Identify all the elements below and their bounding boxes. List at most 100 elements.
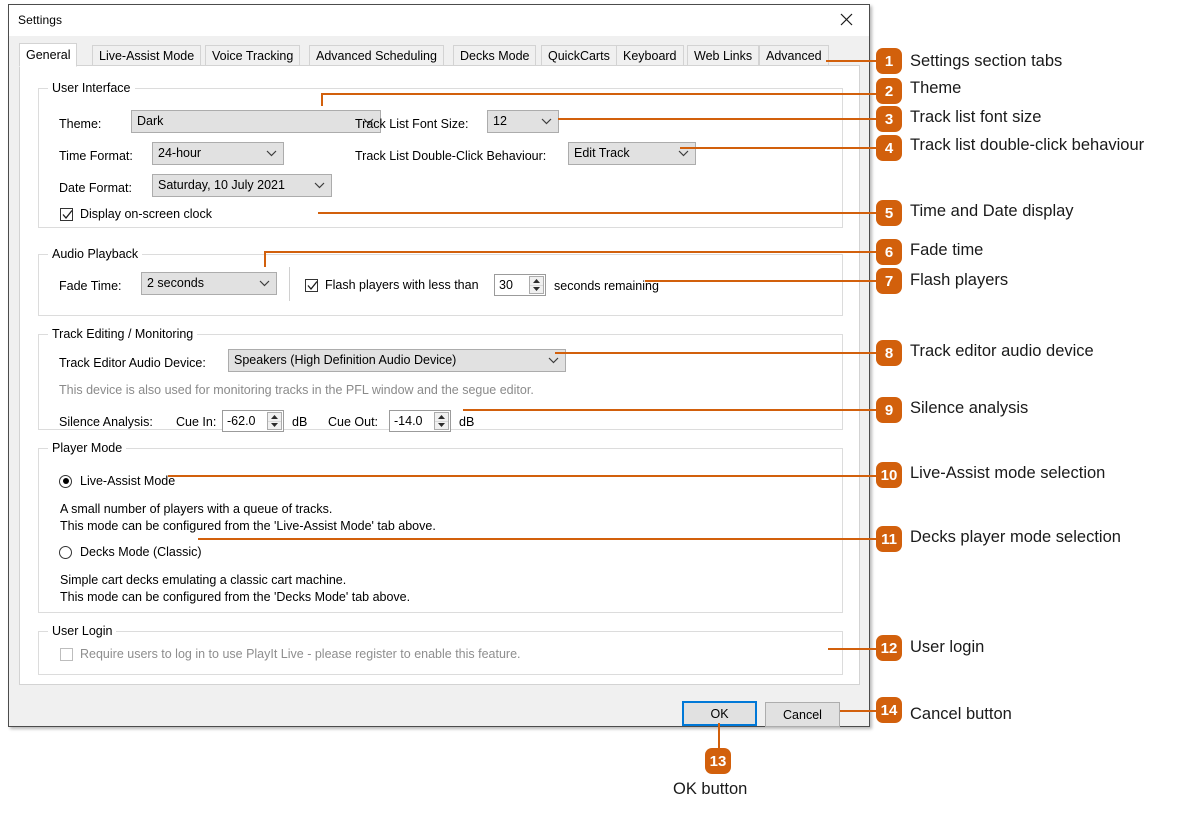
chevron-down-icon — [266, 143, 277, 164]
cue-out-stepper[interactable]: -14.0 — [389, 410, 451, 432]
group-user-interface: User Interface Theme: Dark Time Format: … — [38, 88, 843, 228]
tab-decks-mode[interactable]: Decks Mode — [453, 45, 536, 66]
date-format-value: Saturday, 10 July 2021 — [158, 175, 285, 196]
chevron-down-icon — [548, 350, 559, 371]
theme-select[interactable]: Dark — [131, 110, 381, 133]
theme-value: Dark — [137, 111, 163, 132]
stepper-up-icon[interactable] — [268, 413, 281, 422]
tab-keyboard[interactable]: Keyboard — [616, 45, 684, 66]
chevron-down-icon — [314, 175, 325, 196]
radio-live-assist-mode[interactable]: Live-Assist Mode — [59, 474, 175, 488]
display-onscreen-clock-checkbox[interactable]: Display on-screen clock — [60, 207, 212, 221]
stepper-down-icon[interactable] — [268, 422, 281, 430]
checkbox-box — [60, 208, 73, 221]
live-assist-desc-line2: This mode can be configured from the 'Li… — [60, 519, 436, 533]
tab-quickcarts[interactable]: QuickCarts — [541, 45, 617, 66]
callout-label-14: Cancel button — [910, 705, 1012, 724]
cue-out-value: -14.0 — [394, 411, 423, 431]
cue-in-value: -62.0 — [227, 411, 256, 431]
callout-badge-6: 6 — [876, 239, 902, 265]
callout-badge-1: 1 — [876, 48, 902, 74]
group-track-editing-label: Track Editing / Monitoring — [48, 327, 197, 341]
group-audio-playback-label: Audio Playback — [48, 247, 142, 261]
stepper-buttons[interactable] — [267, 412, 282, 430]
track-editor-device-hint: This device is also used for monitoring … — [59, 383, 534, 397]
callout-badge-8: 8 — [876, 340, 902, 366]
track-list-dblclick-select[interactable]: Edit Track — [568, 142, 696, 165]
group-player-mode-label: Player Mode — [48, 441, 126, 455]
track-editor-device-value: Speakers (High Definition Audio Device) — [234, 350, 456, 371]
callout-label-13: OK button — [673, 780, 747, 799]
callout-label-6: Fade time — [910, 241, 983, 260]
close-icon[interactable] — [823, 5, 869, 34]
flash-seconds-value: 30 — [499, 275, 513, 295]
track-list-dblclick-value: Edit Track — [574, 143, 630, 164]
stepper-buttons[interactable] — [529, 276, 544, 294]
require-login-checkbox[interactable]: Require users to log in to use PlayIt Li… — [60, 647, 521, 661]
stepper-up-icon[interactable] — [435, 413, 448, 422]
chevron-down-icon — [678, 143, 689, 164]
decks-desc-line1: Simple cart decks emulating a classic ca… — [60, 573, 346, 587]
cancel-button[interactable]: Cancel — [765, 702, 840, 727]
settings-dialog: Settings General Live-Assist Mode Voice … — [8, 4, 870, 727]
flash-seconds-suffix-label: seconds remaining — [554, 279, 659, 293]
tab-live-assist-mode[interactable]: Live-Assist Mode — [92, 45, 201, 66]
callout-label-5: Time and Date display — [910, 202, 1074, 221]
flash-seconds-stepper[interactable]: 30 — [494, 274, 546, 296]
title-bar: Settings — [9, 5, 869, 36]
callout-label-7: Flash players — [910, 271, 1008, 290]
tab-advanced-scheduling[interactable]: Advanced Scheduling — [309, 45, 444, 66]
group-track-editing: Track Editing / Monitoring Track Editor … — [38, 334, 843, 430]
date-format-select[interactable]: Saturday, 10 July 2021 — [152, 174, 332, 197]
cue-in-stepper[interactable]: -62.0 — [222, 410, 284, 432]
divider — [289, 267, 290, 301]
cue-in-unit: dB — [292, 415, 307, 429]
track-list-font-size-select[interactable]: 12 — [487, 110, 559, 133]
stepper-up-icon[interactable] — [530, 277, 543, 286]
cue-out-unit: dB — [459, 415, 474, 429]
display-onscreen-clock-label: Display on-screen clock — [80, 207, 212, 221]
track-list-font-size-value: 12 — [493, 111, 507, 132]
cue-in-label: Cue In: — [176, 415, 216, 429]
callout-label-8: Track editor audio device — [910, 342, 1094, 361]
callout-badge-14: 14 — [876, 697, 902, 723]
tab-advanced[interactable]: Advanced — [759, 45, 829, 66]
group-user-interface-label: User Interface — [48, 81, 135, 95]
callout-badge-2: 2 — [876, 78, 902, 104]
fade-time-label: Fade Time: — [59, 279, 122, 293]
callout-badge-7: 7 — [876, 268, 902, 294]
radio-decks-mode[interactable]: Decks Mode (Classic) — [59, 545, 202, 559]
callout-label-10: Live-Assist mode selection — [910, 464, 1105, 483]
callout-label-3: Track list font size — [910, 108, 1041, 127]
chevron-down-icon — [541, 111, 552, 132]
track-editor-device-select[interactable]: Speakers (High Definition Audio Device) — [228, 349, 566, 372]
time-format-value: 24-hour — [158, 143, 201, 164]
require-login-label: Require users to log in to use PlayIt Li… — [80, 647, 521, 661]
callout-label-4: Track list double-click behaviour — [910, 136, 1144, 155]
time-format-select[interactable]: 24-hour — [152, 142, 284, 165]
flash-players-checkbox[interactable]: Flash players with less than — [305, 278, 479, 292]
window-title: Settings — [18, 13, 62, 27]
stepper-buttons[interactable] — [434, 412, 449, 430]
callout-badge-11: 11 — [876, 526, 902, 552]
callout-label-11: Decks player mode selection — [910, 528, 1121, 547]
callout-badge-9: 9 — [876, 397, 902, 423]
tab-voice-tracking[interactable]: Voice Tracking — [205, 45, 300, 66]
callout-badge-12: 12 — [876, 635, 902, 661]
tab-general[interactable]: General — [19, 43, 77, 67]
callout-badge-13: 13 — [705, 748, 731, 774]
fade-time-value: 2 seconds — [147, 273, 204, 294]
callout-badge-10: 10 — [876, 462, 902, 488]
ok-button[interactable]: OK — [682, 701, 757, 726]
callout-badge-5: 5 — [876, 200, 902, 226]
checkbox-box — [305, 279, 318, 292]
radio-decks-mode-label: Decks Mode (Classic) — [80, 545, 202, 559]
stepper-down-icon[interactable] — [530, 286, 543, 294]
flash-players-label: Flash players with less than — [325, 278, 479, 292]
tab-web-links[interactable]: Web Links — [687, 45, 759, 66]
group-user-login-label: User Login — [48, 624, 116, 638]
decks-desc-line2: This mode can be configured from the 'De… — [60, 590, 410, 604]
fade-time-select[interactable]: 2 seconds — [141, 272, 277, 295]
stepper-down-icon[interactable] — [435, 422, 448, 430]
callout-line-13 — [718, 723, 720, 750]
